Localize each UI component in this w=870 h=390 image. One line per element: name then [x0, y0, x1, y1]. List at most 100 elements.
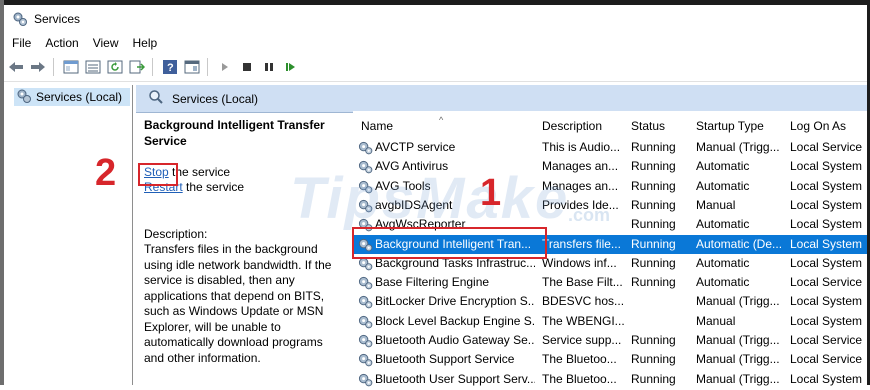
tree-item-label: Services (Local) — [36, 90, 123, 104]
cell-startup-type: Manual (Trigg... — [696, 140, 780, 154]
service-gear-icon — [358, 294, 373, 309]
cell-startup-type: Manual (Trigg... — [696, 333, 780, 347]
table-row[interactable]: AVCTP service This is Audio... Running Manu… — [353, 138, 867, 157]
table-row[interactable]: Bluetooth Audio Gateway Se... Service sup… — [353, 331, 867, 350]
cell-log-on-as: Local System — [790, 178, 863, 193]
cell-log-on-as: Local Service — [790, 352, 863, 367]
column-header-startup-type[interactable]: Startup Type — [696, 119, 783, 133]
cell-status: Running — [631, 159, 676, 174]
cell-description: The Bluetoo... — [542, 371, 617, 386]
cell-name: Bluetooth Support Service — [375, 352, 515, 367]
cell-description: The WBENGI... — [542, 313, 624, 328]
pause-service-icon[interactable] — [259, 57, 279, 77]
cell-startup-type: Automatic (De... — [696, 236, 783, 251]
cell-startup-type: Manual (Trigg... — [696, 294, 780, 309]
toolbar-separator — [207, 58, 208, 76]
cell-description: BDESVC hos... — [542, 294, 624, 309]
watermark: TipsMake — [290, 166, 570, 231]
cell-log-on-as: Local System — [790, 371, 863, 386]
cell-description: Transfers file... — [542, 236, 621, 251]
selected-service-title: Background Intelligent Transfer Service — [144, 118, 325, 148]
help-icon[interactable]: ? — [160, 57, 180, 77]
pane-header-label: Services (Local) — [172, 91, 259, 106]
search-magnifier-icon — [148, 89, 164, 108]
show-hide-console-tree-icon[interactable] — [61, 57, 81, 77]
cell-description: This is Audio... — [542, 140, 621, 154]
cell-log-on-as: Local System — [790, 313, 863, 328]
cell-description: Service supp... — [542, 333, 622, 347]
window-title: Services — [34, 12, 81, 26]
column-header-name[interactable]: Name — [361, 119, 535, 133]
service-gear-icon — [358, 372, 373, 387]
cell-log-on-as: Local System — [790, 236, 863, 251]
cell-name: Bluetooth User Support Serv... — [375, 371, 535, 386]
cell-name: Bluetooth Audio Gateway Se... — [375, 333, 535, 347]
column-header-status[interactable]: Status — [631, 119, 689, 133]
cell-status: Running — [631, 371, 676, 386]
cell-status: Running — [631, 236, 676, 251]
table-row[interactable]: Bluetooth Support Service The Bluetoo... R… — [353, 350, 867, 369]
table-row[interactable]: BitLocker Drive Encryption S... BDESVC ho… — [353, 292, 867, 311]
cell-name: Block Level Backup Engine S... — [375, 313, 535, 328]
properties-icon[interactable] — [182, 57, 202, 77]
cell-startup-type: Manual — [696, 197, 736, 212]
cell-status: Running — [631, 333, 676, 347]
cell-startup-type: Automatic — [696, 178, 750, 193]
table-row[interactable]: Base Filtering Engine The Base Filt... Run… — [353, 273, 867, 292]
cell-description: The Bluetoo... — [542, 352, 617, 367]
menu-view[interactable]: View — [85, 36, 125, 50]
table-row[interactable]: Bluetooth User Support Serv... The Blueto… — [353, 370, 867, 389]
step-number-1: 1 — [480, 172, 502, 214]
refresh-icon[interactable] — [105, 57, 125, 77]
cell-status: Running — [631, 217, 676, 232]
cell-log-on-as: Local Service — [790, 275, 863, 290]
menu-help[interactable]: Help — [125, 36, 164, 50]
cell-status: Running — [631, 197, 676, 212]
cell-status: Running — [631, 178, 676, 193]
cell-startup-type: Manual (Trigg... — [696, 352, 780, 367]
export-list-icon[interactable] — [127, 57, 147, 77]
description-label: Description: — [144, 227, 208, 241]
cell-startup-type: Automatic — [696, 275, 750, 290]
cell-log-on-as: Local System — [790, 217, 863, 232]
table-row[interactable]: Block Level Backup Engine S... The WBENGI… — [353, 312, 867, 331]
back-arrow-icon[interactable] — [6, 57, 26, 77]
tree-item-services-local[interactable]: Services (Local) — [14, 88, 130, 106]
service-gear-icon — [358, 140, 373, 155]
cell-startup-type: Manual (Trigg... — [696, 371, 780, 386]
menu-action[interactable]: Action — [37, 36, 84, 50]
cell-startup-type: Automatic — [696, 159, 750, 174]
forward-arrow-icon[interactable] — [28, 57, 48, 77]
service-gear-icon — [358, 352, 373, 367]
start-service-icon[interactable] — [215, 57, 235, 77]
column-header-description[interactable]: Description — [542, 119, 624, 133]
cell-name: AVCTP service — [375, 140, 456, 154]
column-header-log-on-as[interactable]: Log On As — [790, 119, 866, 133]
console-tree: Services (Local) — [10, 85, 133, 385]
cell-log-on-as: Local System — [790, 197, 863, 212]
title-bar: Services — [4, 5, 867, 33]
stop-service-icon[interactable] — [237, 57, 257, 77]
cell-name: BitLocker Drive Encryption S... — [375, 294, 535, 309]
cell-status: Running — [631, 275, 676, 290]
service-gear-icon — [358, 333, 373, 348]
step-number-2: 2 — [95, 152, 117, 194]
svg-text:?: ? — [167, 62, 174, 74]
toolbar-separator — [152, 58, 153, 76]
cell-log-on-as: Local System — [790, 159, 863, 174]
service-gear-icon — [358, 314, 373, 329]
restart-link-suffix: the service — [182, 180, 245, 194]
list-view-icon[interactable] — [83, 57, 103, 77]
cell-log-on-as: Local System — [790, 255, 863, 270]
cell-startup-type: Manual — [696, 313, 736, 328]
pane-header: Services (Local) — [136, 85, 867, 113]
cell-description: The Base Filt... — [542, 275, 623, 290]
service-gear-icon — [358, 275, 373, 290]
list-header: ^ Name Description Status Startup Type L… — [353, 115, 867, 137]
services-gear-icon — [16, 88, 32, 107]
toolbar-separator — [53, 58, 54, 76]
cell-startup-type: Automatic — [696, 255, 750, 270]
highlight-box-stop-link — [138, 163, 178, 186]
restart-service-icon[interactable] — [281, 57, 301, 77]
menu-file[interactable]: File — [4, 36, 37, 50]
